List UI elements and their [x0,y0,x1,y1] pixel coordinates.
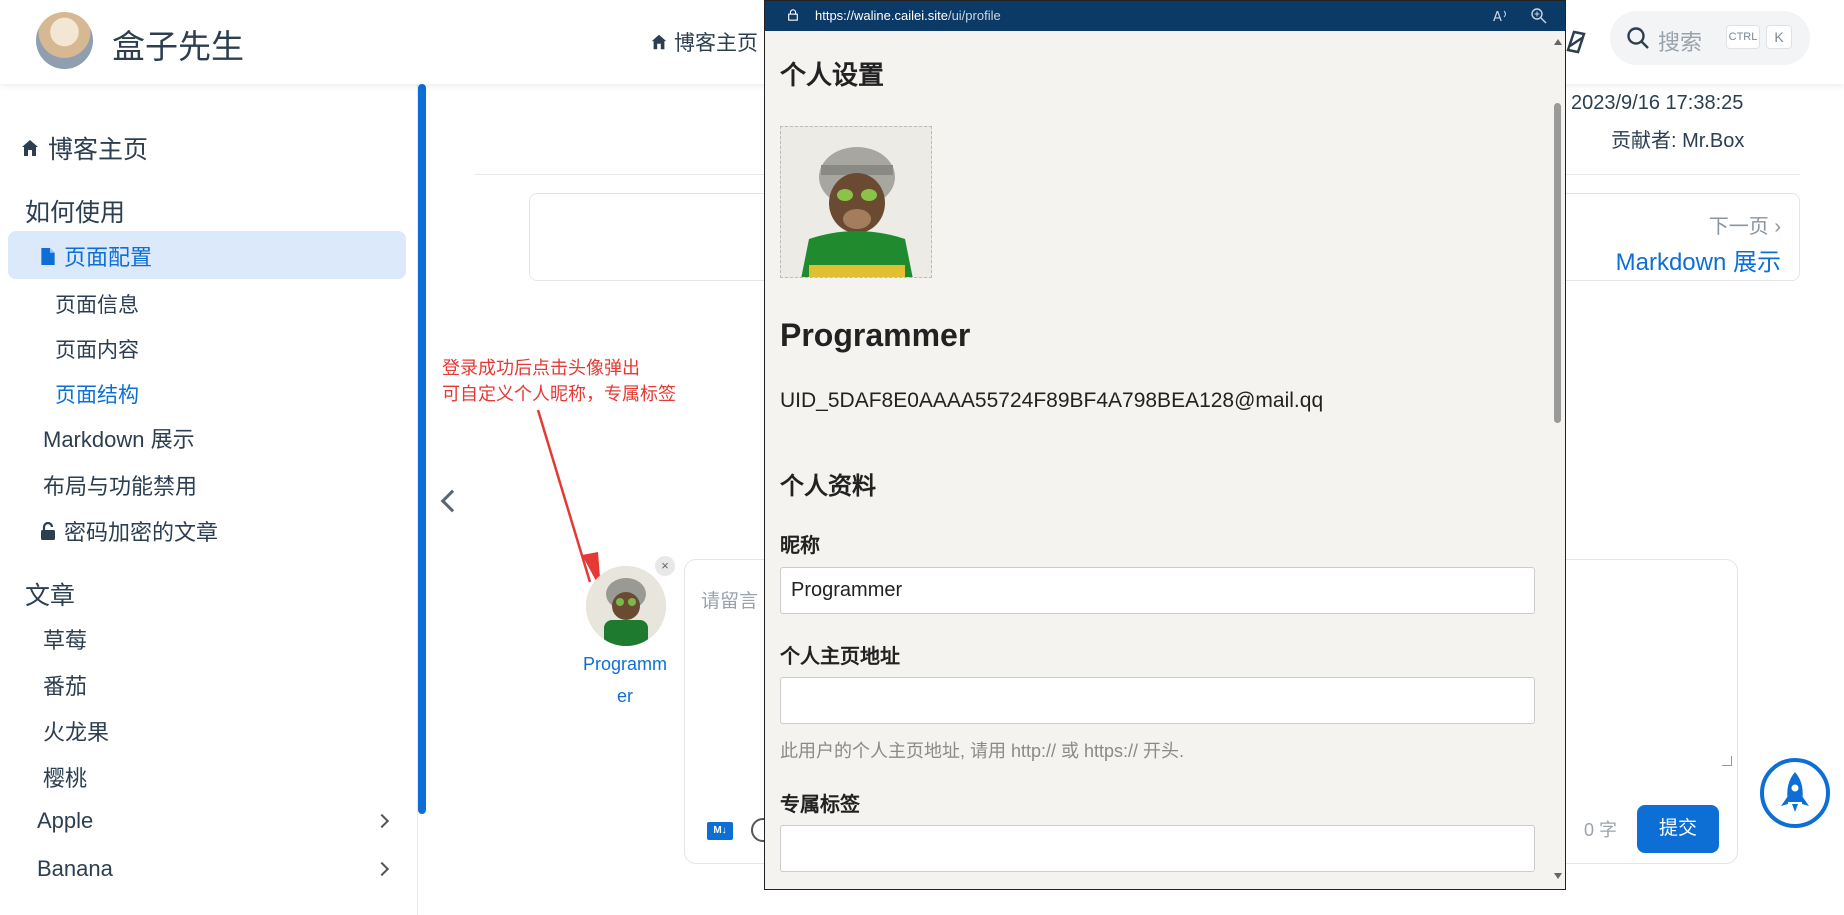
sidebar-section-how-to-use[interactable]: 如何使用 [25,193,125,229]
sidebar-article-cherry[interactable]: 樱桃 [43,761,87,793]
popup-title-profile: 个人资料 [780,473,876,500]
profile-email: UID_5DAF8E0AAAA55724F89BF4A798BEA128@mai… [780,389,1324,412]
scroll-thumb[interactable] [1554,103,1561,423]
nav-home-label: 博客主页 [674,32,758,55]
sidebar-item-page-structure[interactable]: 页面结构 [55,379,139,409]
lock-icon [41,521,55,540]
sidebar-item-encrypted[interactable]: 密码加密的文章 [40,515,218,547]
home-icon [651,34,667,50]
popup-url[interactable]: https://waline.cailei.site/ui/profile [815,8,1001,23]
sidebar-scrollbar[interactable] [418,84,426,814]
rocket-icon [1781,772,1809,812]
sidebar-item-home[interactable]: 博客主页 [20,130,148,166]
back-to-top-button[interactable] [1760,758,1830,828]
chevron-right-icon [374,813,390,829]
search-key-k: K [1766,25,1792,49]
homepage-hint: 此用户的个人主页地址, 请用 http:// 或 https:// 开头. [780,741,1185,761]
chevron-left-icon[interactable] [440,489,464,513]
document-icon [41,247,55,265]
lock-icon [788,9,798,21]
red-annotation: 登录成功后点击头像弹出 可自定义个人昵称，专属标签 [442,355,676,407]
sidebar-item-label: 页面配置 [64,245,153,270]
username-line: Programm [582,654,667,674]
avatar-image [586,566,666,646]
profile-avatar[interactable] [780,126,932,278]
search-icon [1627,27,1649,49]
nickname-input[interactable]: Programmer [780,567,1535,614]
read-aloud-icon[interactable]: A [1492,7,1510,25]
next-page-title: Markdown 展示 [1615,249,1781,276]
scroll-down-icon[interactable] [1554,873,1562,879]
url-host: https://waline.cailei.site [815,8,948,23]
sidebar-item-label: 密码加密的文章 [64,520,219,545]
sidebar-item-page-info[interactable]: 页面信息 [55,289,139,319]
tag-input[interactable] [780,825,1535,872]
sidebar-article-strawberry[interactable]: 草莓 [43,623,87,655]
search-placeholder: 搜索 [1658,30,1703,55]
profile-display-name: Programmer [780,317,971,353]
nav-home-link[interactable]: 博客主页 [650,27,758,57]
url-path: /ui/profile [947,8,1001,23]
comment-username[interactable]: Programm er [575,648,675,712]
chevron-right-icon [374,861,390,877]
sidebar-item-layout[interactable]: 布局与功能禁用 [43,469,197,501]
sidebar-article-tomato[interactable]: 番茄 [43,669,87,701]
annotation-line: 可自定义个人昵称，专属标签 [442,384,676,404]
word-count: 0 字 [1584,820,1618,840]
popup-address-bar: https://waline.cailei.site/ui/profile A [765,1,1565,31]
submit-button[interactable]: 提交 [1637,805,1719,853]
profile-popup-window: https://waline.cailei.site/ui/profile A … [764,0,1566,890]
sidebar-item-label: Banana [37,856,113,881]
search-box[interactable]: 搜索 CTRL K [1610,11,1810,65]
sidebar-item-page-config[interactable]: 页面配置 [40,240,152,272]
site-name[interactable]: 盒子先生 [112,20,244,68]
resize-handle[interactable] [1722,756,1732,766]
sidebar-item-markdown[interactable]: Markdown 展示 [43,422,195,454]
sidebar-article-dragonfruit[interactable]: 火龙果 [43,715,109,747]
nickname-label: 昵称 [780,535,820,557]
site-logo[interactable] [36,12,93,69]
page-update-date: 2023/9/16 17:38:25 [1571,92,1744,114]
homepage-label: 个人主页地址 [780,646,900,668]
close-icon[interactable]: × [655,556,675,576]
tag-label: 专属标签 [780,794,860,816]
sidebar-article-apple[interactable]: Apple [37,808,390,834]
username-line: er [616,686,633,706]
markdown-icon[interactable]: M↓ [707,822,733,840]
sidebar-article-banana[interactable]: Banana [37,856,390,882]
scroll-up-icon[interactable] [1554,39,1562,45]
next-page-hint: 下一页 › [1708,216,1781,238]
sidebar-item-label: 博客主页 [48,136,149,164]
page-contributor: 贡献者: Mr.Box [1611,130,1745,152]
popup-scrollbar[interactable] [1551,31,1565,889]
popup-title-settings: 个人设置 [780,60,885,90]
homepage-input[interactable] [780,677,1535,724]
comment-placeholder: 请留言 [701,591,759,612]
search-key-ctrl: CTRL [1726,25,1760,49]
avatar-image [781,127,931,277]
home-icon [22,140,38,156]
sidebar-section-articles[interactable]: 文章 [25,576,75,612]
sidebar-item-page-content[interactable]: 页面内容 [55,334,139,364]
comment-avatar[interactable] [586,566,666,646]
annotation-line: 登录成功后点击头像弹出 [442,358,640,378]
zoom-icon[interactable] [1530,7,1548,25]
svg-text:A: A [1493,10,1502,25]
sidebar-item-label: Apple [37,808,94,833]
